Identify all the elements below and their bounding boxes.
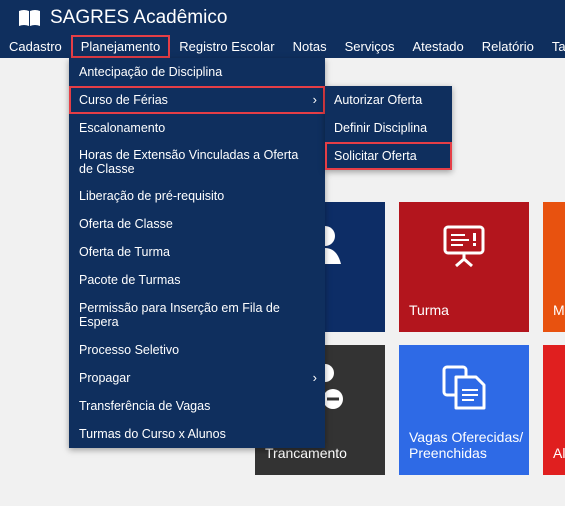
menu-atestado[interactable]: Atestado xyxy=(403,35,472,58)
dropdown-item-label: Curso de Férias xyxy=(79,93,168,107)
dropdown-item-oferta-turma[interactable]: Oferta de Turma xyxy=(69,238,325,266)
dropdown-item-oferta-classe[interactable]: Oferta de Classe xyxy=(69,210,325,238)
tile-turma-label: Turma xyxy=(409,302,449,318)
tile-vagas-label-line2: Preenchidas xyxy=(409,445,487,461)
menu-registro-escolar[interactable]: Registro Escolar xyxy=(170,35,283,58)
dropdown-item-propagar[interactable]: Propagar › xyxy=(69,364,325,392)
tile-vagas-label-line1: Vagas Oferecidas/ xyxy=(409,429,524,445)
dropdown-item-horas-extensao[interactable]: Horas de Extensão Vinculadas a Oferta de… xyxy=(69,142,325,182)
submenu-item-definir-disciplina[interactable]: Definir Disciplina xyxy=(325,114,452,142)
documents-icon xyxy=(442,365,486,410)
book-icon xyxy=(19,10,40,26)
dropdown-item-pacote-turmas[interactable]: Pacote de Turmas xyxy=(69,266,325,294)
tile-vagas-label: Vagas Oferecidas/ Preenchidas xyxy=(409,429,523,461)
tile-orange-label: M xyxy=(553,302,565,318)
submenu-item-autorizar-oferta[interactable]: Autorizar Oferta xyxy=(325,86,452,114)
planejamento-dropdown: Antecipação de Disciplina Curso de Féria… xyxy=(69,58,325,448)
main-menubar: Cadastro Planejamento Registro Escolar N… xyxy=(0,35,565,58)
tile-vagas[interactable]: Vagas Oferecidas/ Preenchidas xyxy=(399,345,529,475)
menu-tabela[interactable]: Tabela xyxy=(543,35,565,58)
submenu-item-solicitar-oferta[interactable]: Solicitar Oferta xyxy=(325,142,452,170)
tile-orange-partial[interactable]: M xyxy=(543,202,565,332)
app-title: SAGRES Acadêmico xyxy=(50,7,228,28)
dropdown-item-processo-seletivo[interactable]: Processo Seletivo xyxy=(69,336,325,364)
top-header: SAGRES Acadêmico Cadastro Planejamento R… xyxy=(0,0,565,58)
tile-red-partial[interactable]: Al xyxy=(543,345,565,475)
menu-relatorio[interactable]: Relatório xyxy=(473,35,543,58)
menu-servicos[interactable]: Serviços xyxy=(336,35,404,58)
dropdown-item-turmas-curso-alunos[interactable]: Turmas do Curso x Alunos xyxy=(69,420,325,448)
dropdown-item-label: Propagar xyxy=(79,371,131,385)
dropdown-item-curso-ferias[interactable]: Curso de Férias › xyxy=(69,86,325,114)
brand[interactable]: SAGRES Acadêmico xyxy=(18,5,227,31)
presentation-board-icon xyxy=(443,225,485,268)
menu-planejamento[interactable]: Planejamento xyxy=(70,35,171,58)
chevron-right-icon: › xyxy=(312,92,317,107)
dropdown-item-escalonamento[interactable]: Escalonamento xyxy=(69,114,325,142)
chevron-right-icon: › xyxy=(312,370,317,385)
tile-red-label: Al xyxy=(553,445,565,461)
dropdown-item-antecipacao[interactable]: Antecipação de Disciplina xyxy=(69,58,325,86)
dropdown-item-transferencia-vagas[interactable]: Transferência de Vagas xyxy=(69,392,325,420)
dropdown-item-liberacao[interactable]: Liberação de pré-requisito xyxy=(69,182,325,210)
tile-turma[interactable]: Turma xyxy=(399,202,529,332)
curso-ferias-submenu: Autorizar Oferta Definir Disciplina Soli… xyxy=(325,86,452,170)
menu-cadastro[interactable]: Cadastro xyxy=(0,35,71,58)
dropdown-item-permissao-fila[interactable]: Permissão para Inserção em Fila de Esper… xyxy=(69,294,325,336)
menu-notas[interactable]: Notas xyxy=(284,35,336,58)
